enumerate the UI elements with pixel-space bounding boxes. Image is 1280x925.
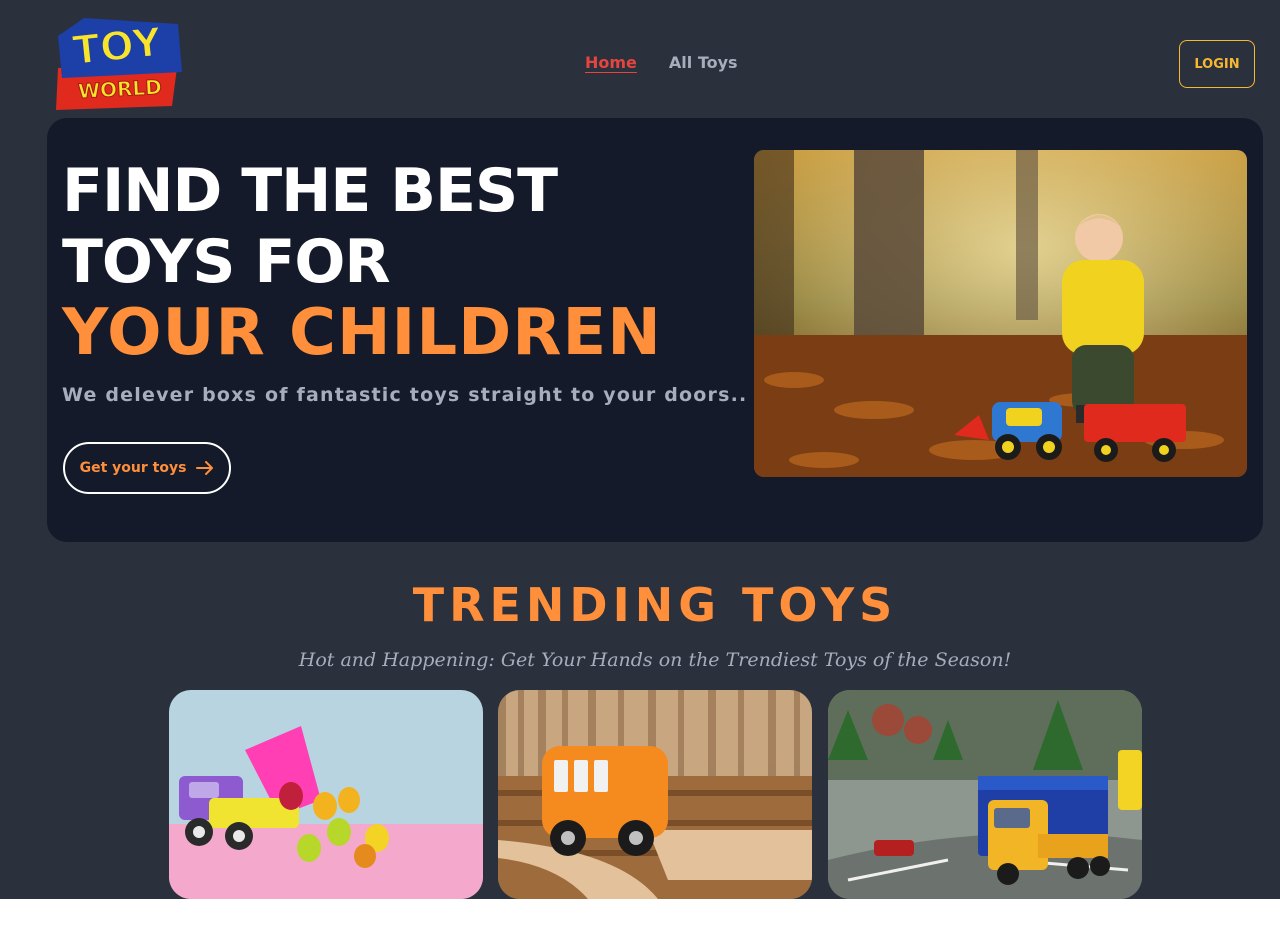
trending-subtitle: Hot and Happening: Get Your Hands on the… [298,649,1012,671]
trending-card-toy-dump-truck[interactable] [828,690,1142,899]
hero-banner: FIND THE BEST TOYS FOR YOUR CHILDREN We … [47,118,1263,542]
trending-title: TRENDING TOYS [412,578,898,632]
hero-title-line-3: YOUR CHILDREN [62,296,662,370]
svg-text:TOY: TOY [70,19,164,74]
gummy-truck-image [169,690,483,899]
wooden-bus-image [498,690,812,899]
cta-label: Get your toys [79,460,187,476]
toy-world-logo[interactable]: TOY WORLD [54,16,186,112]
login-button[interactable]: LOGIN [1179,40,1255,88]
arrow-right-icon [196,461,214,475]
hero-child-playing-image [754,150,1247,477]
main-nav: Home All Toys [585,53,738,72]
hero-title-line-1: FIND THE BEST [62,156,558,226]
hero-title-line-2: TOYS FOR [62,227,391,297]
trending-card-gummy-truck[interactable] [169,690,483,899]
toy-dump-truck-image [828,690,1142,899]
hero-title: FIND THE BEST TOYS FOR YOUR CHILDREN [62,156,662,369]
nav-all-toys-link[interactable]: All Toys [669,53,738,72]
nav-home-link[interactable]: Home [585,53,637,72]
get-your-toys-button[interactable]: Get your toys [63,442,231,494]
hero-subtitle: We delever boxs of fantastic toys straig… [62,384,748,406]
svg-text:WORLD: WORLD [77,75,162,103]
page: TOY WORLD Home All Toys LOGIN FIND THE B… [0,0,1280,899]
trending-card-wooden-bus[interactable] [498,690,812,899]
